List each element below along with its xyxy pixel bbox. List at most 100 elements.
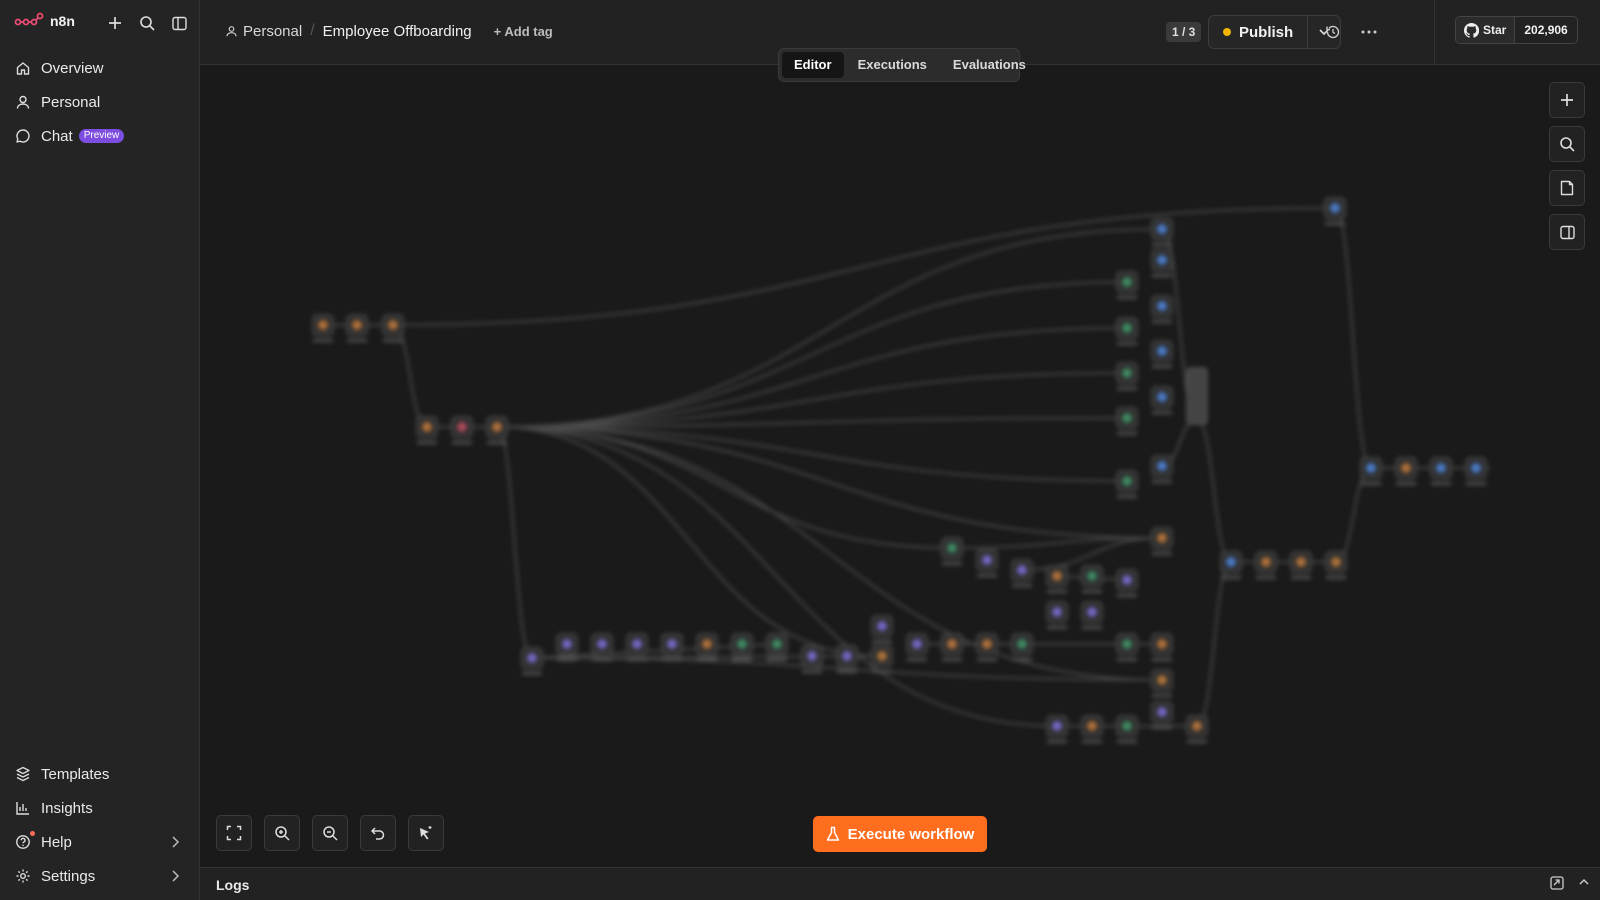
publish-button[interactable]: Publish — [1209, 16, 1309, 48]
workflow-node[interactable] — [1116, 569, 1138, 597]
github-star-count[interactable]: 202,906 — [1515, 17, 1577, 43]
workflow-node[interactable] — [1046, 601, 1068, 629]
workflow-node[interactable] — [1011, 559, 1033, 587]
workflow-node[interactable] — [1395, 457, 1417, 485]
add-node-button[interactable] — [1549, 82, 1585, 118]
connection-line — [1021, 537, 1163, 571]
tab-editor[interactable]: Editor — [782, 52, 844, 78]
tab-executions[interactable]: Executions — [846, 52, 939, 78]
sidebar-item-insights[interactable]: Insights — [8, 793, 192, 823]
zoom-out-button[interactable] — [312, 815, 348, 851]
workflow-node[interactable] — [1046, 565, 1068, 593]
workflow-node[interactable] — [941, 537, 963, 565]
workflow-node[interactable] — [1151, 455, 1173, 483]
sidebar-item-templates[interactable]: Templates — [8, 759, 192, 789]
add-tag-button[interactable]: + Add tag — [494, 24, 553, 39]
search-button[interactable] — [136, 12, 158, 34]
chevron-up-icon[interactable] — [1578, 876, 1590, 888]
workflow-node[interactable] — [1290, 551, 1312, 579]
workflow-node[interactable] — [1151, 527, 1173, 555]
logs-label: Logs — [216, 877, 250, 893]
n8n-logo[interactable]: n8n — [14, 12, 75, 30]
zoom-in-button[interactable] — [264, 815, 300, 851]
popout-icon[interactable] — [1550, 876, 1564, 890]
workflow-node[interactable] — [451, 416, 473, 444]
sticky-note-button[interactable] — [1549, 170, 1585, 206]
workflow-node[interactable] — [941, 633, 963, 661]
fit-view-button[interactable] — [216, 815, 252, 851]
chevron-right-icon — [172, 836, 180, 848]
history-button[interactable] — [1321, 20, 1345, 44]
workflow-node[interactable] — [1081, 715, 1103, 743]
sidebar-item-chat[interactable]: Chat Preview — [8, 121, 192, 151]
execute-workflow-button[interactable]: Execute workflow — [813, 816, 987, 852]
workflow-node[interactable] — [906, 633, 928, 661]
sidebar-item-overview[interactable]: Overview — [8, 53, 192, 83]
workflow-graph — [312, 197, 1490, 743]
plus-icon — [109, 17, 121, 29]
toggle-sidebar-button[interactable] — [168, 12, 190, 34]
workflow-node[interactable] — [1430, 457, 1452, 485]
workflow-canvas[interactable]: Execute workflow — [200, 65, 1600, 867]
status-dot — [1223, 28, 1231, 36]
templates-icon — [16, 766, 30, 782]
workflow-node[interactable] — [1151, 386, 1173, 414]
workflow-title[interactable]: Employee Offboarding — [323, 23, 472, 40]
undo-button[interactable] — [360, 815, 396, 851]
sidebar-item-personal[interactable]: Personal — [8, 87, 192, 117]
workflow-node[interactable] — [1151, 340, 1173, 368]
sidebar-item-help[interactable]: Help — [8, 827, 192, 857]
sidebar-item-settings[interactable]: Settings — [8, 861, 192, 891]
workflow-node[interactable] — [1151, 701, 1173, 729]
tidy-up-button[interactable] — [408, 815, 444, 851]
workflow-node[interactable] — [976, 633, 998, 661]
workflow-node[interactable] — [1151, 249, 1173, 277]
workflow-node[interactable] — [1011, 633, 1033, 661]
workflow-node[interactable] — [1151, 295, 1173, 323]
workflow-node[interactable] — [1116, 407, 1138, 435]
search-nodes-button[interactable] — [1549, 126, 1585, 162]
workflow-node[interactable] — [1116, 271, 1138, 299]
workflow-node[interactable] — [1255, 551, 1277, 579]
workflow-node[interactable] — [801, 645, 823, 673]
github-star-widget: Star 202,906 — [1455, 16, 1578, 44]
workflow-node[interactable] — [346, 314, 368, 342]
workflow-node[interactable] — [871, 615, 893, 643]
workflow-node[interactable] — [1465, 457, 1487, 485]
connection-line — [1334, 207, 1372, 469]
toggle-panel-button[interactable] — [1549, 214, 1585, 250]
workflow-node[interactable] — [1325, 551, 1347, 579]
sidebar-item-label: Overview — [41, 59, 104, 77]
breadcrumb: Personal / Employee Offboarding + Add ta… — [226, 22, 553, 40]
tab-evaluations[interactable]: Evaluations — [941, 52, 1038, 78]
workflow-node[interactable] — [976, 549, 998, 577]
workflow-node[interactable] — [1186, 715, 1208, 743]
workflow-node[interactable] — [1116, 317, 1138, 345]
user-icon — [16, 95, 30, 109]
logo-text: n8n — [50, 13, 75, 29]
github-star-button[interactable]: Star — [1456, 17, 1516, 43]
workflow-node[interactable] — [312, 314, 334, 342]
breadcrumb-separator: / — [310, 22, 315, 39]
workflow-node[interactable] — [1116, 633, 1138, 661]
workflow-node[interactable] — [1081, 565, 1103, 593]
workflow-node[interactable] — [1151, 633, 1173, 661]
workflow-node[interactable] — [1116, 715, 1138, 743]
workflow-node[interactable] — [1081, 601, 1103, 629]
workflow-node[interactable] — [1046, 715, 1068, 743]
n8n-logo-icon — [14, 12, 44, 26]
fit-view-icon — [226, 825, 242, 841]
add-button[interactable] — [104, 12, 126, 34]
more-options-button[interactable] — [1357, 20, 1381, 44]
workflow-node[interactable] — [416, 416, 438, 444]
connection-line — [496, 426, 1058, 727]
workflow-node[interactable] — [1151, 669, 1173, 697]
workflow-node[interactable] — [1116, 470, 1138, 498]
breadcrumb-project[interactable]: Personal — [226, 23, 302, 40]
logs-panel-bar[interactable]: Logs — [200, 867, 1600, 900]
workflow-node[interactable] — [382, 314, 404, 342]
workflow-node[interactable] — [1116, 362, 1138, 390]
merge-node[interactable] — [1186, 367, 1208, 425]
workflow-node[interactable] — [1360, 457, 1382, 485]
workflow-node[interactable] — [521, 647, 543, 675]
